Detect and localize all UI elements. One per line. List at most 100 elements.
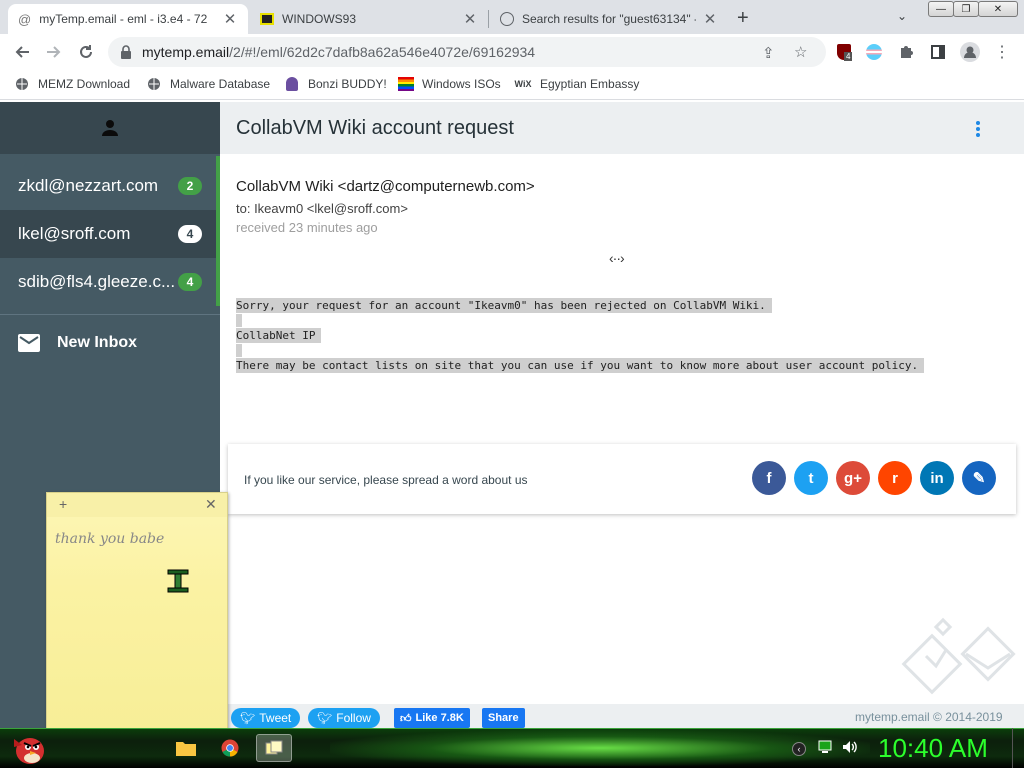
active-indicator xyxy=(216,156,220,306)
pin-share-button[interactable]: ✎ xyxy=(962,461,996,495)
tray-chevron-icon[interactable]: ‹ xyxy=(792,740,806,756)
tab-windows93[interactable]: WINDOWS93 ✕ xyxy=(250,4,488,34)
close-icon[interactable]: ✕ xyxy=(702,10,718,28)
facebook-like-button[interactable]: 👍︎ Like 7.8K xyxy=(394,708,470,728)
wix-icon: WiX xyxy=(514,79,532,89)
sidebar-item-lkel[interactable]: lkel@sroff.com 4 xyxy=(0,210,220,258)
tab-title: WINDOWS93 xyxy=(282,12,357,26)
reddit-share-button[interactable]: r xyxy=(878,461,912,495)
sticky-note-titlebar[interactable]: + ✕ xyxy=(47,493,227,517)
close-icon[interactable]: ✕ xyxy=(222,10,238,28)
unread-count-badge: 2 xyxy=(178,177,202,195)
close-note-icon[interactable]: ✕ xyxy=(205,496,217,513)
google-plus-share-button[interactable]: g+ xyxy=(836,461,870,495)
share-page-icon[interactable]: ⇪ xyxy=(762,44,775,62)
window-close-button[interactable]: ✕ xyxy=(978,1,1018,17)
page-title: CollabVM Wiki account request xyxy=(236,117,514,139)
more-options-icon[interactable] xyxy=(976,121,980,139)
sticky-note-text[interactable]: thank you babe xyxy=(55,531,164,547)
tab-search-results[interactable]: Search results for "guest63134" - ✕ xyxy=(490,4,728,34)
share-text: If you like our service, please spread a… xyxy=(244,473,528,487)
user-icon[interactable] xyxy=(100,118,120,138)
ublock-extension-icon[interactable]: 4 xyxy=(834,42,854,62)
sticky-notes-icon xyxy=(265,740,283,755)
minimize-button[interactable]: — xyxy=(928,1,954,17)
bookmark-star-icon[interactable]: ☆ xyxy=(794,43,807,61)
bookmark-label: Egyptian Embassy xyxy=(540,77,640,91)
bookmark-label: Bonzi BUDDY! xyxy=(308,77,387,91)
folder-icon xyxy=(176,742,196,756)
bookmark-windows-isos[interactable]: Windows ISOs xyxy=(398,76,501,92)
add-note-icon[interactable]: + xyxy=(59,496,67,512)
account-email: sdib@fls4.gleeze.c... xyxy=(18,272,176,291)
show-desktop-button[interactable] xyxy=(1012,728,1024,768)
forward-arrow-icon[interactable] xyxy=(42,40,66,64)
bonzi-icon xyxy=(284,76,300,92)
close-icon[interactable]: ✕ xyxy=(462,10,478,28)
mytemp-logo-watermark xyxy=(901,617,1016,695)
bookmark-egyptian-embassy[interactable]: WiX Egyptian Embassy xyxy=(514,76,640,92)
extension-badge: 4 xyxy=(844,52,853,61)
url-domain: mytemp.email xyxy=(142,44,230,60)
follow-button[interactable]: 🐦︎ Follow xyxy=(308,708,380,728)
bookmark-label: Malware Database xyxy=(170,77,271,91)
rainbow-flag-icon xyxy=(398,76,414,92)
maximize-button[interactable]: ❐ xyxy=(953,1,979,17)
flag-extension-icon[interactable] xyxy=(864,42,884,62)
taskbar-glow xyxy=(330,730,870,766)
message-body-line: Sorry, your request for an account "Ikea… xyxy=(236,298,772,313)
tab-search-button[interactable]: ⌄ xyxy=(897,9,907,23)
tab-mytemp[interactable]: @ myTemp.email - eml - i3.e4 - 72 ✕ xyxy=(8,4,248,34)
account-email: zkdl@nezzart.com xyxy=(18,176,159,195)
new-tab-button[interactable]: + xyxy=(737,7,749,30)
tab-title: myTemp.email - eml - i3.e4 - 72 xyxy=(39,12,208,26)
windows93-icon xyxy=(260,13,274,25)
copyright: mytemp.email © 2014-2019 xyxy=(855,710,1003,724)
reload-icon[interactable] xyxy=(74,40,98,64)
start-button[interactable] xyxy=(8,729,48,767)
new-inbox-button[interactable]: New Inbox xyxy=(18,334,137,352)
taskbar-sticky-notes[interactable] xyxy=(256,734,292,762)
lock-icon[interactable] xyxy=(120,45,132,59)
puzzle-extensions-icon[interactable] xyxy=(896,42,916,62)
address-bar[interactable]: mytemp.email/2/#!/eml/62d2c7dafb8a62a546… xyxy=(108,37,826,67)
globe-icon xyxy=(146,76,162,92)
taskbar-chrome[interactable] xyxy=(212,734,248,762)
selection-highlight xyxy=(236,314,242,327)
sidebar-item-sdib[interactable]: sdib@fls4.gleeze.c... 4 xyxy=(0,258,220,306)
expand-code-icon[interactable]: ‹··› xyxy=(609,250,625,266)
text-cursor-icon xyxy=(167,569,189,593)
unread-count-badge: 4 xyxy=(178,225,202,243)
new-inbox-label: New Inbox xyxy=(57,334,138,351)
twitter-share-button[interactable]: t xyxy=(794,461,828,495)
network-icon[interactable] xyxy=(818,740,832,757)
at-sign-icon: @ xyxy=(18,11,32,27)
facebook-share-button[interactable]: f xyxy=(752,461,786,495)
sidebar-item-zkdl[interactable]: zkdl@nezzart.com 2 xyxy=(0,162,220,210)
taskbar-file-explorer[interactable] xyxy=(168,734,204,762)
bookmark-memz[interactable]: MEMZ Download xyxy=(14,76,130,92)
bookmark-bonzi-buddy[interactable]: Bonzi BUDDY! xyxy=(284,76,387,92)
side-panel-icon[interactable] xyxy=(928,42,948,62)
bookmark-label: Windows ISOs xyxy=(422,77,501,91)
menu-dots-icon[interactable]: ⋮ xyxy=(992,42,1012,62)
profile-avatar-icon[interactable] xyxy=(960,42,980,62)
unread-count-badge: 4 xyxy=(178,273,202,291)
facebook-share-button-small[interactable]: Share xyxy=(482,708,525,728)
reddit-icon: r xyxy=(892,469,898,487)
back-arrow-icon[interactable] xyxy=(10,40,34,64)
envelope-icon xyxy=(18,334,40,352)
twitter-bird-icon: 🐦︎ xyxy=(317,711,333,725)
bookmark-malware-database[interactable]: Malware Database xyxy=(146,76,270,92)
bookmark-label: MEMZ Download xyxy=(38,77,131,91)
linkedin-share-button[interactable]: in xyxy=(920,461,954,495)
sticky-note[interactable]: + ✕ thank you babe xyxy=(46,492,228,730)
tweet-button[interactable]: 🐦︎ Tweet xyxy=(231,708,301,728)
share-label: Share xyxy=(488,712,519,724)
like-label: Like 7.8K xyxy=(415,712,464,724)
message-from: CollabVM Wiki <dartz@computernewb.com> xyxy=(236,178,535,195)
taskbar-clock[interactable]: 10:40 AM xyxy=(878,733,988,764)
volume-icon[interactable] xyxy=(842,740,858,757)
share-box: If you like our service, please spread a… xyxy=(228,444,1016,514)
message-body-line: CollabNet IP xyxy=(236,328,322,343)
